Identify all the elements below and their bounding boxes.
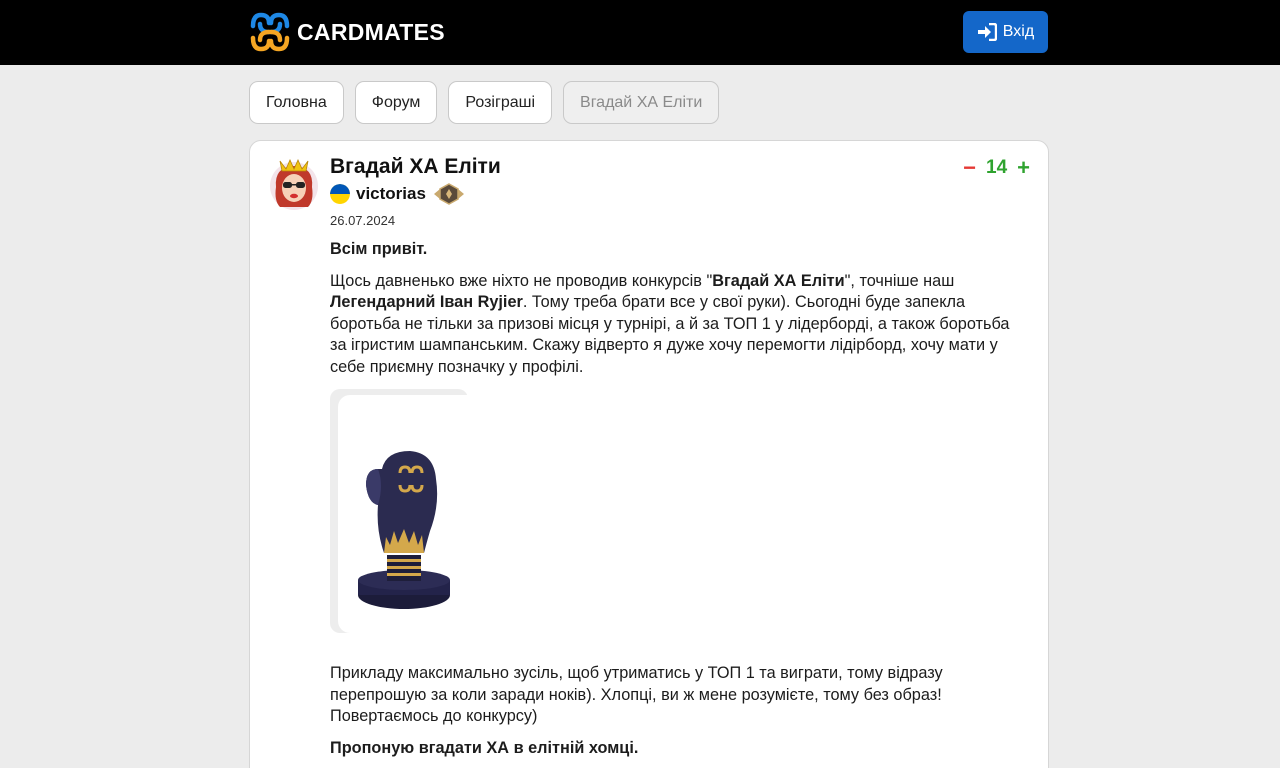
- nav-tabs: Головна Форум Розіграші Вгадай ХА Еліти: [249, 81, 720, 124]
- site-logo[interactable]: CARDMATES: [249, 11, 445, 53]
- login-label: Вхід: [1002, 23, 1035, 40]
- vote-score: 14: [986, 157, 1008, 178]
- vote-widget: − 14 +: [963, 157, 1030, 179]
- cardmates-logo-icon: [250, 12, 290, 52]
- post-title: Вгадай ХА Еліти: [330, 155, 501, 178]
- vote-down-button[interactable]: −: [963, 157, 976, 179]
- text-segment: ", точніше наш: [844, 271, 955, 290]
- post-body: Всім привіт. Щось давненько вже ніхто не…: [330, 239, 1030, 388]
- tab-forum[interactable]: Форум: [354, 81, 438, 124]
- vote-up-button[interactable]: +: [1017, 157, 1030, 179]
- text-segment: Щось давненько вже ніхто не проводив кон…: [330, 271, 713, 290]
- post-paragraph: Прикладу максимально зусіль, щоб утримат…: [330, 664, 943, 725]
- post-greeting: Всім привіт.: [330, 240, 428, 258]
- post-image-frame[interactable]: [330, 389, 468, 633]
- bold-segment: Легендарний Іван Ryjier: [330, 293, 523, 311]
- login-button[interactable]: Вхід: [963, 11, 1048, 53]
- rank-badge-icon: [433, 183, 464, 205]
- tab-guess-elite[interactable]: Вгадай ХА Еліти: [563, 81, 720, 124]
- logo-text: CARDMATES: [297, 18, 445, 45]
- post-card: Вгадай ХА Еліти victorias 26.07.2024 − 1…: [249, 140, 1049, 768]
- author-name[interactable]: victorias: [356, 184, 426, 204]
- sign-in-icon: [977, 23, 997, 41]
- author-row: victorias: [330, 183, 466, 205]
- top-bar: CARDMATES Вхід: [0, 0, 1280, 65]
- avatar[interactable]: [268, 157, 320, 211]
- post-paragraph-bold: Пропоную вгадати ХА в елітній хомці.: [330, 738, 639, 757]
- tab-home[interactable]: Головна: [249, 81, 344, 124]
- bold-segment: Вгадай ХА Еліти: [712, 271, 845, 290]
- tab-giveaways[interactable]: Розіграші: [448, 81, 553, 124]
- post-image: [338, 395, 468, 633]
- post-date: 26.07.2024: [330, 213, 396, 228]
- ukraine-flag-icon: [330, 184, 350, 204]
- boxing-glove-trophy: [358, 451, 450, 609]
- post-body-continued: Прикладу максимально зусіль, щоб утримат…: [330, 663, 1030, 759]
- post-paragraph: Щось давненько вже ніхто не проводив кон…: [330, 271, 1030, 379]
